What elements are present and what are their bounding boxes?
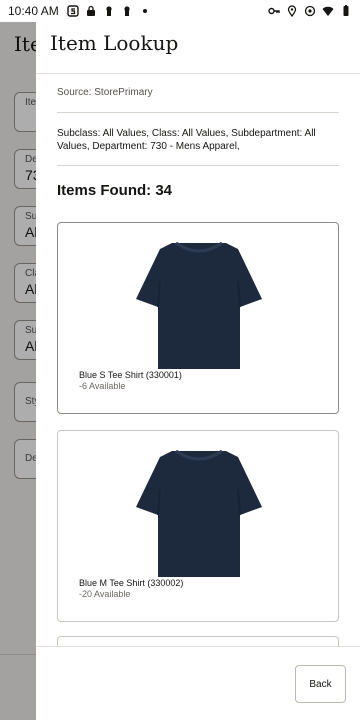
s-icon [67, 5, 79, 17]
tee-shirt-image [136, 241, 262, 369]
item-card[interactable]: Blue M Tee Shirt (330002) -20 Available [57, 430, 339, 622]
source-text: Source: StorePrimary [57, 74, 339, 113]
battery-icon [340, 5, 352, 17]
item-lookup-drawer: Item Lookup Source: StorePrimary Subclas… [36, 22, 360, 720]
lock-icon [85, 5, 97, 17]
location-icon [286, 5, 298, 17]
item-availability: -6 Available [79, 381, 126, 391]
item-name: Blue S Tee Shirt (330001) [79, 370, 182, 380]
tee-shirt-image [136, 449, 262, 577]
item-availability: -20 Available [79, 589, 131, 599]
status-time: 10:40 AM [8, 4, 59, 18]
status-icons-right [268, 5, 352, 17]
drawer-body[interactable]: Source: StorePrimary Subclass: All Value… [36, 74, 360, 646]
settings-icon [304, 5, 316, 17]
filter-summary: Subclass: All Values, Class: All Values,… [57, 113, 339, 166]
drawer-header: Item Lookup [36, 22, 360, 74]
item-card[interactable]: Blue S Tee Shirt (330001) -6 Available [57, 222, 339, 414]
dot-icon [139, 5, 151, 17]
item-card-partial[interactable] [57, 636, 339, 646]
drawer-footer: Back [36, 646, 360, 720]
keyhole-icon [103, 5, 115, 17]
item-name: Blue M Tee Shirt (330002) [79, 578, 184, 588]
drawer-title: Item Lookup [50, 31, 179, 55]
keyhole-icon [121, 5, 133, 17]
wifi-icon [322, 5, 334, 17]
status-bar: 10:40 AM [0, 0, 360, 22]
back-button[interactable]: Back [295, 665, 346, 703]
status-icons-left [67, 5, 151, 17]
items-found-count: Items Found: 34 [57, 182, 173, 199]
key-icon [268, 5, 280, 17]
